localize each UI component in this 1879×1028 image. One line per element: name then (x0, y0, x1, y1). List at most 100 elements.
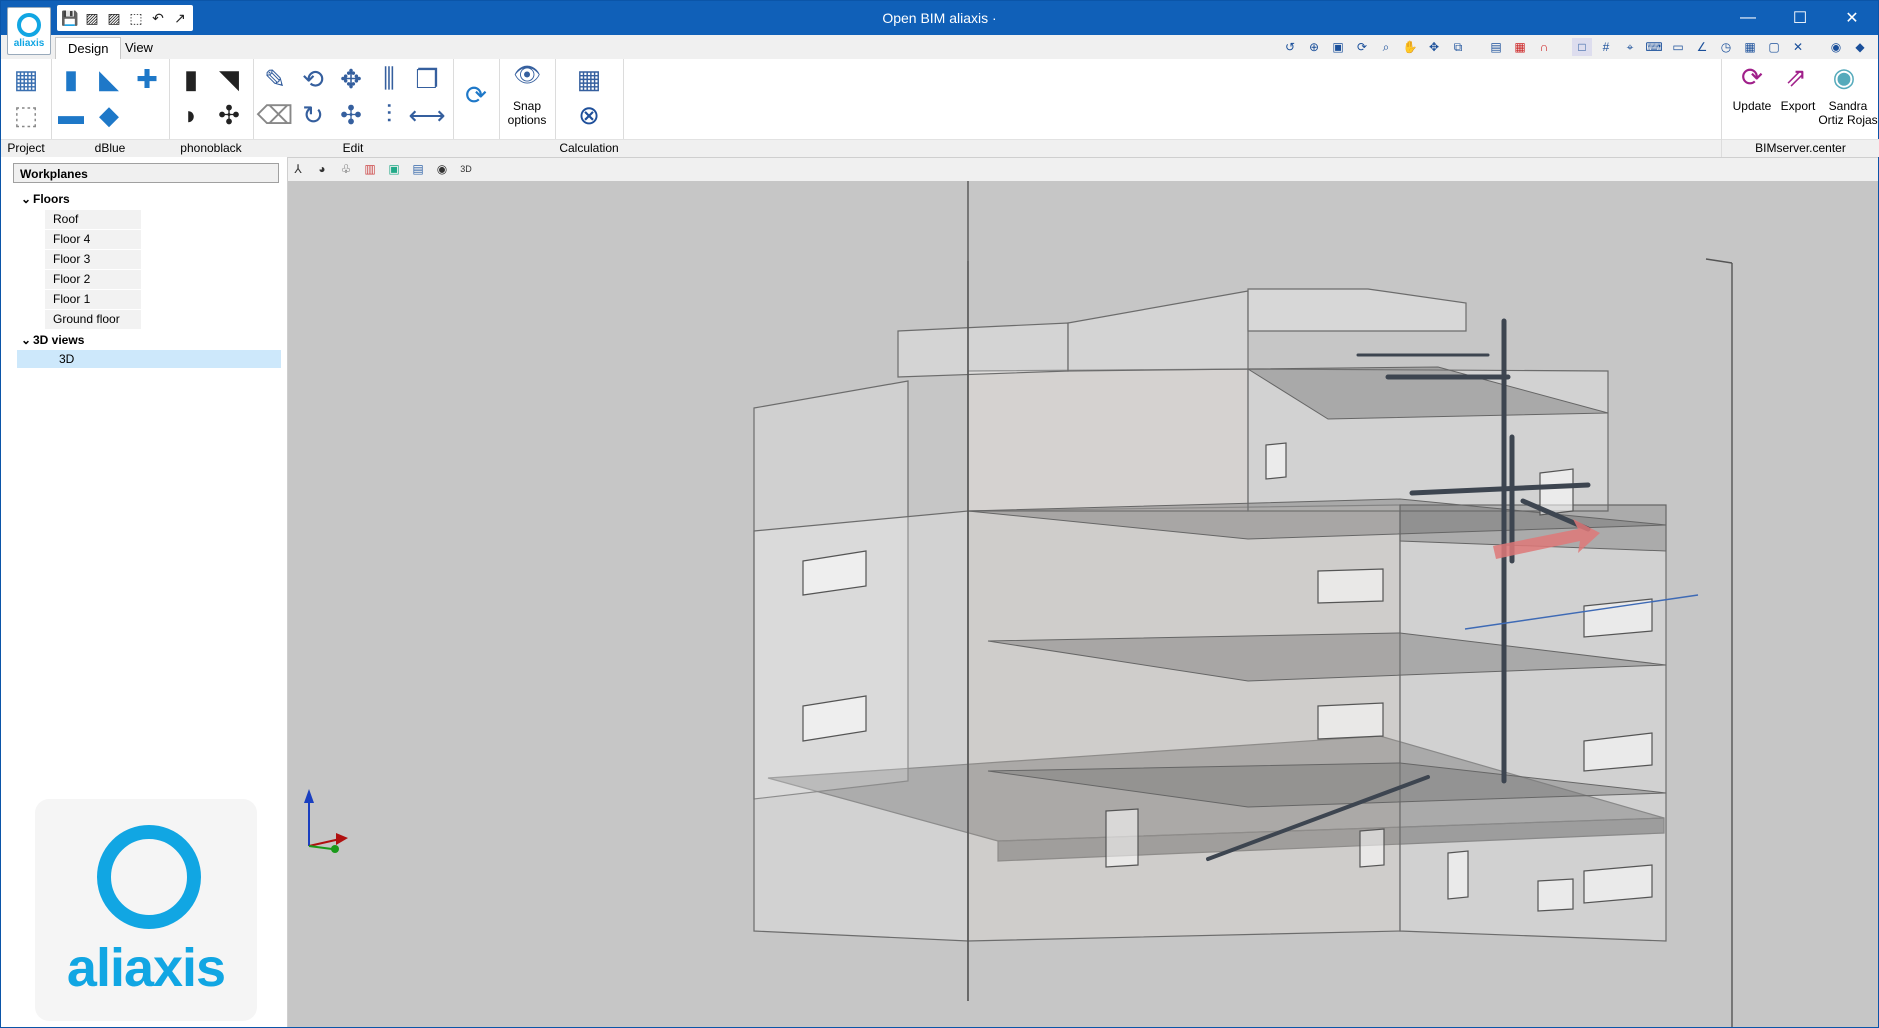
group-label: Calculation (555, 139, 623, 157)
book-icon[interactable]: ◆ (1850, 38, 1870, 56)
snap-label-2: options (507, 113, 547, 127)
close-button[interactable]: ✕ (1826, 1, 1878, 35)
rotate-icon[interactable]: ↻ (297, 99, 329, 131)
render-icon[interactable]: ▣ (1328, 38, 1348, 56)
mirror-icon[interactable]: ⫼ (373, 63, 405, 95)
chevron-down-icon[interactable]: ⌄ (19, 331, 33, 349)
black-elbow-icon[interactable]: ◥ (213, 63, 245, 95)
section-icon[interactable]: ▥ (361, 160, 379, 178)
group-label: Project (1, 139, 51, 157)
app-menu-button[interactable]: aliaxis (7, 7, 51, 55)
building-model[interactable] (288, 181, 1878, 1027)
black-pipe-icon[interactable]: ▮ (175, 63, 207, 95)
tree-3d-views[interactable]: ⌄ 3D views (19, 331, 84, 349)
cube-icon[interactable]: ⬚ (10, 99, 42, 131)
group-label: dBlue (51, 139, 169, 157)
export-share-icon[interactable]: ⇗ (1780, 61, 1812, 93)
3d-viewport[interactable] (288, 181, 1878, 1027)
ortho-icon[interactable]: □ (1572, 38, 1592, 56)
aliaxis-logo-icon (17, 13, 41, 37)
view-tools: ↺ ⊕ ▣ ⟳ ⌕ ✋ ✥ ⧉ ▤ ▦ ∩ □ # ⌖ ⌨ ▭ ∠ ◷ ▦ ▢ … (1280, 38, 1870, 56)
selection-highlight (17, 350, 281, 368)
snap-eye-icon[interactable]: 👁 (511, 59, 543, 91)
measure-icon[interactable]: ⟷ (408, 99, 445, 131)
tree-item-floor[interactable]: Floor 4 (45, 230, 141, 249)
layers-icon[interactable]: ♧ (337, 160, 355, 178)
black-bend-icon[interactable]: ◗ (175, 99, 207, 131)
panel-header: Workplanes (13, 163, 279, 183)
tree-floors[interactable]: ⌄ Floors (19, 190, 70, 208)
move-icon[interactable]: ✥ (335, 63, 367, 95)
plan-icon[interactable]: ▣ (385, 160, 403, 178)
user-name-2: Ortiz Rojas (1818, 113, 1878, 127)
clock-icon[interactable]: ◷ (1716, 38, 1736, 56)
app-icon-label: aliaxis (13, 38, 45, 49)
user-button[interactable]: Sandra Ortiz Rojas (1818, 99, 1878, 127)
copy-icon[interactable]: ❐ (411, 63, 443, 95)
pan-icon[interactable]: ✋ (1400, 38, 1420, 56)
keyboard-icon[interactable]: ⌨ (1644, 38, 1664, 56)
tab-design[interactable]: Design (55, 37, 122, 60)
pipe-elbow-icon[interactable]: ◣ (93, 63, 125, 95)
calculator-icon[interactable]: ▦ (573, 63, 605, 95)
tree-item-view[interactable]: 3D (59, 350, 74, 368)
maximize-button[interactable]: ☐ (1774, 1, 1826, 35)
user-name-1: Sandra (1828, 99, 1868, 113)
black-branch-icon[interactable]: ✣ (213, 99, 245, 131)
calendar-icon[interactable]: ▦ (1740, 38, 1760, 56)
eye-icon[interactable]: ◉ (433, 160, 451, 178)
magnet-icon[interactable]: ∩ (1534, 38, 1554, 56)
axes-icon[interactable]: ⅄ (289, 160, 307, 178)
help-globe-icon[interactable]: ◉ (1826, 38, 1846, 56)
dxf-icon[interactable]: ▤ (1486, 38, 1506, 56)
export-button[interactable]: Export (1776, 99, 1820, 113)
pipe-icon[interactable]: ▮ (55, 63, 87, 95)
pencil-icon[interactable]: ✎ (259, 63, 291, 95)
chevron-down-icon[interactable]: ⌄ (19, 190, 33, 208)
minimize-button[interactable]: — (1722, 1, 1774, 35)
window-title: Open BIM aliaxis · (882, 10, 997, 26)
orbit-icon[interactable]: ↺ (1280, 38, 1300, 56)
cancel-circle-icon[interactable]: ⊗ (573, 99, 605, 131)
refresh-icon[interactable]: ⟳ (1352, 38, 1372, 56)
window-controls: — ☐ ✕ (1722, 1, 1878, 35)
sync-icon[interactable]: ⟳ (460, 79, 492, 111)
zoom-extents-icon[interactable]: ⊕ (1304, 38, 1324, 56)
tree-item-floor[interactable]: Floor 2 (45, 270, 141, 289)
tree-item-floor[interactable]: Roof (45, 210, 141, 229)
group-refresh: ⟳ (453, 59, 500, 157)
view-3d-icon[interactable]: 3D (457, 160, 475, 178)
tools-icon[interactable]: ✕ (1788, 38, 1808, 56)
window-icon[interactable]: ▤ (409, 160, 427, 178)
zoom-icon[interactable]: ⌕ (1376, 38, 1396, 56)
pipe-sleeve-icon[interactable]: ▬ (55, 99, 87, 131)
pipe-cross-icon[interactable]: ✚ (131, 63, 163, 95)
split-icon[interactable]: ⫶ (373, 99, 405, 131)
rotate-point-icon[interactable]: ⟲ (297, 63, 329, 95)
pipe-tee-icon[interactable]: ◆ (93, 99, 125, 131)
update-icon[interactable]: ⟳ (1736, 61, 1768, 93)
grid-red-icon[interactable]: ▦ (1510, 38, 1530, 56)
snap-options-button[interactable]: Snap options (499, 99, 555, 127)
user-avatar-icon[interactable]: ◉ (1828, 61, 1860, 93)
scale-icon[interactable]: ▭ (1668, 38, 1688, 56)
group-bimserver: ⟳ Update ⇗ Export ◉ Sandra Ortiz Rojas B… (1721, 59, 1879, 157)
eraser-icon[interactable]: ⌫ (257, 99, 294, 131)
grid-icon[interactable]: # (1596, 38, 1616, 56)
tree-item-floor[interactable]: Ground floor (45, 310, 141, 329)
tree-item-floor[interactable]: Floor 3 (45, 250, 141, 269)
snap-point-icon[interactable]: ⌖ (1620, 38, 1640, 56)
comment-icon[interactable]: ▢ (1764, 38, 1784, 56)
tab-view[interactable]: View (113, 37, 165, 59)
angle-icon[interactable]: ∠ (1692, 38, 1712, 56)
move-view-icon[interactable]: ✥ (1424, 38, 1444, 56)
visibility-icon[interactable]: ◕ (313, 160, 331, 178)
table-icon[interactable]: ▦ (10, 63, 42, 95)
viewport-toolbar: ⅄ ◕ ♧ ▥ ▣ ▤ ◉ 3D (289, 157, 475, 181)
move-arrows-icon[interactable]: ✣ (335, 99, 367, 131)
update-button[interactable]: Update (1728, 99, 1776, 113)
group-phonoblack: ▮ ◥ ◗ ✣ phonoblack (169, 59, 254, 157)
tree-item-floor[interactable]: Floor 1 (45, 290, 141, 309)
ribbon: ▦ ⬚ Project ▮ ◣ ✚ ▬ ◆ dBlue ▮ ◥ ◗ ✣ phon… (1, 59, 1879, 158)
zoom-window-icon[interactable]: ⧉ (1448, 38, 1468, 56)
